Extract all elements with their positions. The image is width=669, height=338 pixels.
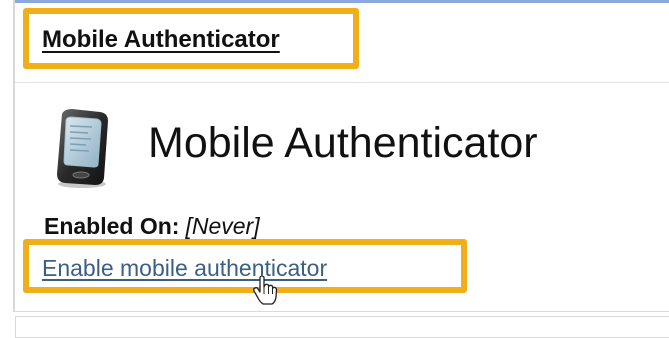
mobile-phone-icon (57, 109, 108, 188)
header-divider (15, 82, 669, 83)
enabled-on-value: [Never] (185, 213, 260, 239)
page-title: Mobile Authenticator (148, 119, 538, 167)
section-header-title: Mobile Authenticator (42, 26, 280, 53)
panel-bottom-border (13, 311, 669, 312)
enabled-on-label: Enabled On: (44, 213, 180, 239)
panel-left-border (13, 0, 15, 312)
hand-pointer-icon (253, 276, 278, 305)
next-panel-edge (15, 316, 669, 338)
enable-mobile-authenticator-link[interactable]: Enable mobile authenticator (42, 254, 327, 282)
mobile-authenticator-panel: Mobile Authenticator Mobile Authenticato… (0, 0, 669, 338)
enabled-on-row: Enabled On: [Never] (44, 212, 260, 240)
top-accent-strip (13, 0, 669, 3)
